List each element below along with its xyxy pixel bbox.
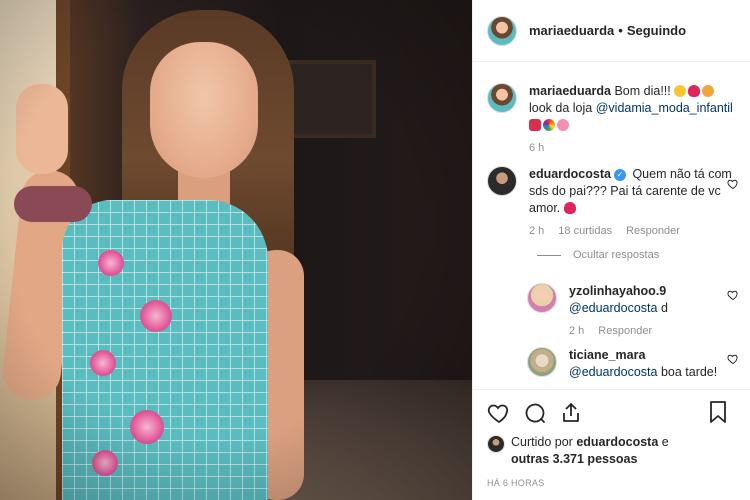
reply-text: ticiane_mara @eduardocosta boa tarde! bbox=[569, 347, 717, 381]
like-reply-heart-icon[interactable] bbox=[727, 353, 739, 365]
likes-user-link[interactable]: eduardocosta bbox=[576, 435, 658, 449]
likes-summary: Curtido por eduardocosta e outras 3.371 … bbox=[487, 434, 737, 468]
reply-author[interactable]: yzolinhayahoo.9 bbox=[569, 284, 666, 298]
reply-body: d bbox=[660, 301, 668, 315]
blossom-emoji-icon bbox=[557, 119, 569, 131]
post-actions: Curtido por eduardocosta e outras 3.371 … bbox=[473, 389, 750, 488]
likes-conj: e bbox=[661, 435, 669, 449]
author-username[interactable]: mariaeduarda bbox=[529, 23, 614, 38]
post-photo[interactable] bbox=[0, 0, 472, 500]
hide-replies-toggle[interactable]: Ocultar respostas bbox=[537, 249, 737, 261]
post-header: mariaeduarda • Seguindo bbox=[473, 0, 750, 62]
post-timestamp[interactable]: HÁ 6 HORAS bbox=[487, 478, 737, 488]
reply-mention-link[interactable]: @eduardocosta bbox=[569, 365, 657, 379]
liker-avatar[interactable] bbox=[487, 435, 505, 453]
comment-likes-count[interactable]: 18 curtidas bbox=[558, 225, 612, 237]
comments-list[interactable]: mariaeduarda Bom dia!!! look da loja @vi… bbox=[473, 63, 750, 388]
caption: mariaeduarda Bom dia!!! look da loja @vi… bbox=[487, 83, 737, 154]
like-comment-heart-icon[interactable] bbox=[727, 178, 739, 190]
caption-mention-link[interactable]: @vidamia_moda_infantil bbox=[596, 101, 733, 115]
caption-author-avatar[interactable] bbox=[487, 83, 517, 113]
replier-avatar[interactable] bbox=[527, 347, 557, 377]
reply-time[interactable]: 2 h bbox=[569, 325, 584, 337]
caption-text: mariaeduarda Bom dia!!! look da loja @vi… bbox=[529, 83, 733, 134]
bookmark-icon[interactable] bbox=[707, 400, 729, 424]
reply: ticiane_mara @eduardocosta boa tarde! bbox=[527, 347, 739, 381]
photo-vignette bbox=[0, 0, 472, 500]
comment-time[interactable]: 2 h bbox=[529, 225, 544, 237]
caption-time[interactable]: 6 h bbox=[529, 142, 544, 154]
rainbow-emoji-icon bbox=[543, 119, 555, 131]
header-separator: • bbox=[618, 23, 623, 38]
likes-prefix: Curtido por bbox=[511, 435, 573, 449]
reply: yzolinhayahoo.9 @eduardocosta d 2 h Resp… bbox=[527, 283, 739, 337]
verified-icon: ✓ bbox=[613, 168, 626, 181]
comment-text: eduardocosta ✓ Quem não tá com sds do pai… bbox=[529, 166, 737, 217]
caption-body: Bom dia!!! bbox=[614, 84, 671, 98]
comment-reply-button[interactable]: Responder bbox=[626, 225, 680, 237]
likes-others-link[interactable]: outras 3.371 pessoas bbox=[511, 452, 637, 466]
hide-replies-line bbox=[537, 254, 561, 256]
sun-emoji-icon bbox=[674, 85, 687, 97]
follow-status-button[interactable]: Seguindo bbox=[627, 23, 686, 38]
caption-meta: 6 h bbox=[529, 142, 733, 154]
comment: eduardocosta ✓ Quem não tá com sds do pai… bbox=[487, 166, 739, 237]
replier-avatar[interactable] bbox=[527, 283, 557, 313]
post-side-panel: mariaeduarda • Seguindo mariaeduarda Bom… bbox=[472, 0, 750, 500]
reply-author[interactable]: ticiane_mara bbox=[569, 348, 645, 362]
comment-author[interactable]: eduardocosta bbox=[529, 167, 611, 181]
share-icon[interactable] bbox=[559, 401, 583, 425]
like-reply-heart-icon[interactable] bbox=[727, 289, 739, 301]
heart-emoji-icon bbox=[563, 202, 576, 214]
reply-body: boa tarde! bbox=[660, 365, 718, 379]
comment-icon[interactable] bbox=[523, 401, 547, 425]
dress-emoji-icon bbox=[529, 119, 541, 131]
reply-text: yzolinhayahoo.9 @eduardocosta d bbox=[569, 283, 668, 317]
action-icons-row bbox=[487, 400, 737, 426]
heart-emoji-icon bbox=[688, 85, 701, 97]
hide-replies-label[interactable]: Ocultar respostas bbox=[573, 249, 659, 261]
smiling-face-emoji-icon bbox=[702, 85, 715, 97]
caption-author[interactable]: mariaeduarda bbox=[529, 84, 611, 98]
caption-line2: look da loja bbox=[529, 101, 593, 115]
reply-mention-link[interactable]: @eduardocosta bbox=[569, 301, 657, 315]
commenter-avatar[interactable] bbox=[487, 166, 517, 196]
comment-meta: 2 h 18 curtidas Responder bbox=[529, 225, 737, 237]
author-avatar[interactable] bbox=[487, 15, 517, 46]
reply-meta: 2 h Responder bbox=[569, 325, 668, 337]
heart-icon[interactable] bbox=[487, 401, 511, 425]
reply-reply-button[interactable]: Responder bbox=[598, 325, 652, 337]
